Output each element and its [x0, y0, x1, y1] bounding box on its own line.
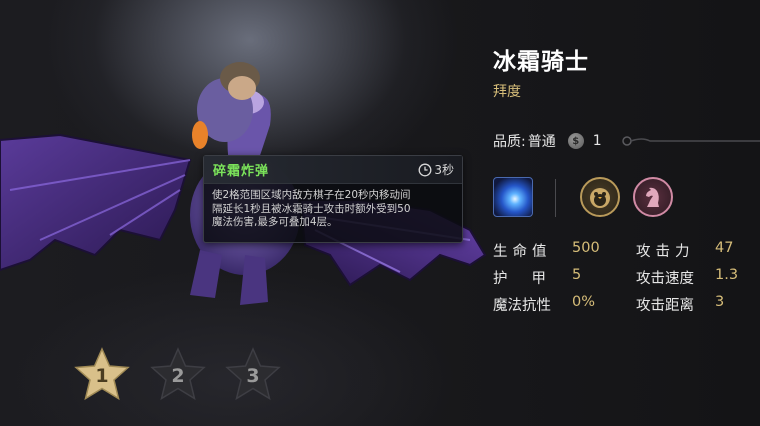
stat-attack-range-value: 3	[715, 294, 725, 310]
cost-value: 1	[592, 133, 602, 149]
star-level-1-button[interactable]: 1	[72, 345, 132, 405]
stat-armor: 护甲 5	[493, 267, 581, 288]
skill-tooltip-header: 碎霜炸弹 3秒	[204, 156, 462, 184]
skill-description: 使2格范围区域内敌方棋子在20秒内移动间 隔延长1秒且被冰霜骑士攻击时额外受到5…	[204, 184, 462, 230]
decorative-divider	[622, 136, 760, 146]
trait-knight[interactable]	[633, 177, 673, 217]
stat-attack-speed-value: 1.3	[715, 267, 739, 283]
skill-cooldown: 3秒	[418, 161, 454, 178]
stat-armor-value: 5	[572, 267, 582, 283]
stat-attack-speed: 攻击速度 1.3	[636, 267, 738, 288]
quality-row: 品质: 普通 $ 1	[493, 131, 602, 151]
star-level-2-button[interactable]: 2	[148, 345, 208, 405]
stat-magic-resist: 魔法抗性 0%	[493, 294, 595, 315]
star-level-label: 1	[95, 365, 109, 387]
stat-armor-label: 护甲	[493, 271, 570, 287]
knight-icon	[646, 187, 659, 207]
skill-tooltip: 碎霜炸弹 3秒 使2格范围区域内敌方棋子在20秒内移动间 隔延长1秒且被冰霜骑士…	[203, 155, 463, 243]
hero-race: 拜度	[493, 84, 521, 100]
skill-description-line: 魔法伤害,最多可叠加4层。	[212, 216, 338, 228]
star-level-3-button[interactable]: 3	[223, 345, 283, 405]
stat-attack-speed-label: 攻击速度	[636, 271, 694, 287]
cooldown-value: 3秒	[434, 163, 454, 177]
stat-attack-value: 47	[715, 240, 734, 256]
hero-name: 冰霜骑士	[493, 49, 589, 75]
ice-bomb-icon[interactable]	[493, 177, 533, 217]
trait-penguin[interactable]	[580, 177, 620, 217]
skill-description-line: 使2格范围区域内敌方棋子在20秒内移动间	[212, 189, 411, 201]
skill-name: 碎霜炸弹	[213, 164, 270, 179]
penguin-icon	[590, 188, 610, 208]
stat-hp: 生命值 500	[493, 240, 600, 261]
stat-hp-value: 500	[572, 240, 600, 256]
skill-description-line: 隔延长1秒且被冰霜骑士攻击时额外受到50	[212, 202, 411, 215]
stat-magic-resist-value: 0%	[572, 294, 596, 310]
stat-hp-label: 生命值	[493, 244, 552, 260]
coin-icon: $	[567, 133, 584, 149]
stat-attack-range-label: 攻击距离	[636, 298, 694, 314]
star-level-label: 2	[171, 365, 185, 387]
stat-magic-resist-label: 魔法抗性	[493, 298, 551, 314]
stat-attack-label: 攻击力	[636, 244, 695, 260]
quality-label: 品质:	[493, 134, 526, 150]
quality-value: 普通	[527, 134, 556, 150]
stat-attack-range: 攻击距离 3	[636, 294, 724, 315]
clock-icon	[418, 163, 432, 176]
section-divider	[555, 179, 556, 217]
star-level-label: 3	[246, 365, 260, 387]
stat-attack: 攻击力 47	[636, 240, 733, 261]
